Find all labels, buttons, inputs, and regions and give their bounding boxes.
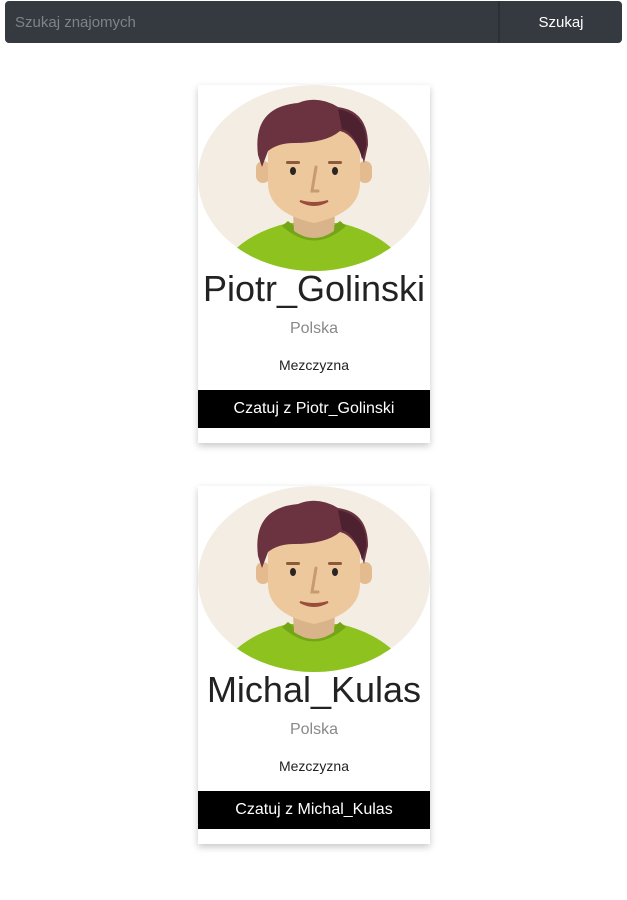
search-input[interactable] xyxy=(5,1,498,43)
friend-gender: Mezczyzna xyxy=(278,357,350,373)
friend-card: Michal_Kulas Polska Mezczyzna Czatuj z M… xyxy=(198,486,430,844)
friend-name: Piotr_Golinski xyxy=(202,268,426,309)
friend-country: Polska xyxy=(289,320,339,337)
friend-card: Piotr_Golinski Polska Mezczyzna Czatuj z… xyxy=(198,85,430,443)
chat-button[interactable]: Czatuj z Piotr_Golinski xyxy=(198,390,430,428)
search-button[interactable]: Szukaj xyxy=(500,1,622,43)
chat-button[interactable]: Czatuj z Michal_Kulas xyxy=(198,791,430,829)
friend-country: Polska xyxy=(289,721,339,738)
male-avatar-icon xyxy=(198,85,430,271)
male-avatar-icon xyxy=(198,486,430,672)
search-bar: Szukaj xyxy=(5,1,622,43)
friend-name: Michal_Kulas xyxy=(206,669,422,710)
friend-gender: Mezczyzna xyxy=(278,758,350,774)
